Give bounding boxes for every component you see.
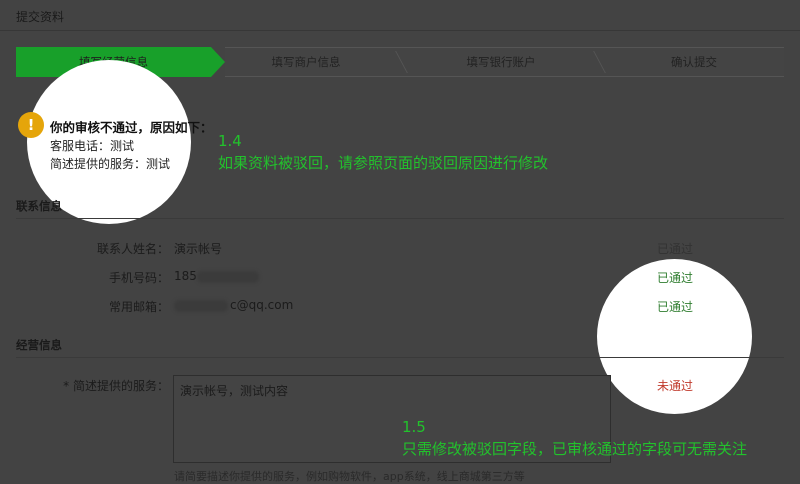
page: 提交资料 填写经营信息 填写商户信息 填写银行账户 确认提交 ! 你的审核不通过… [0,0,800,483]
step-label: 确认提交 [671,55,717,69]
step-label: 填写银行账户 [466,55,536,69]
step-bank-account[interactable]: 填写银行账户 [406,47,596,77]
step-label: 填写商户信息 [271,55,341,69]
step-confirm-submit[interactable]: 确认提交 [604,47,784,77]
service-hint: 请简要描述你提供的服务，例如购物软件，app系统，线上商城第三方等 [174,470,525,483]
phone-value: 185 [174,269,259,283]
annotation-number: 1.4 [218,132,242,150]
notice-reason: 简述提供的服务：测试 [50,157,171,171]
section-title-contact: 联系信息 [16,199,62,213]
notice-reason: 客服电话：测试 [50,139,135,153]
annotation-text: 如果资料被驳回，请参照页面的驳回原因进行修改 [218,154,549,172]
warning-icon: ! [18,112,44,138]
page-title: 提交资料 [16,10,65,24]
phone-prefix: 185 [174,269,197,283]
section-divider [16,357,784,358]
step-merchant-info[interactable]: 填写商户信息 [211,47,401,77]
phone-label: 手机号码： [108,271,169,285]
service-label: * 简述提供的服务： [63,379,169,393]
status-badge: 已通过 [656,242,693,256]
annotation-text: 只需修改被驳回字段，已审核通过的字段可无需关注 [402,440,748,458]
redacted-mask [196,270,259,283]
email-label: 常用邮箱： [108,300,169,314]
contact-name-value: 演示帐号 [174,242,223,256]
status-badge: 已通过 [656,271,693,285]
annotation-number: 1.5 [402,418,426,436]
status-badge: 已通过 [656,300,693,314]
title-divider [0,30,800,31]
email-suffix: c@qq.com [230,298,294,312]
section-title-business: 经营信息 [16,338,62,352]
status-badge: 未通过 [656,379,693,393]
contact-name-label: 联系人姓名： [96,242,169,256]
redacted-mask [174,299,228,312]
section-divider [16,218,784,219]
email-value: c@qq.com [174,298,293,312]
notice-title: 你的审核不通过，原因如下： [50,120,213,135]
